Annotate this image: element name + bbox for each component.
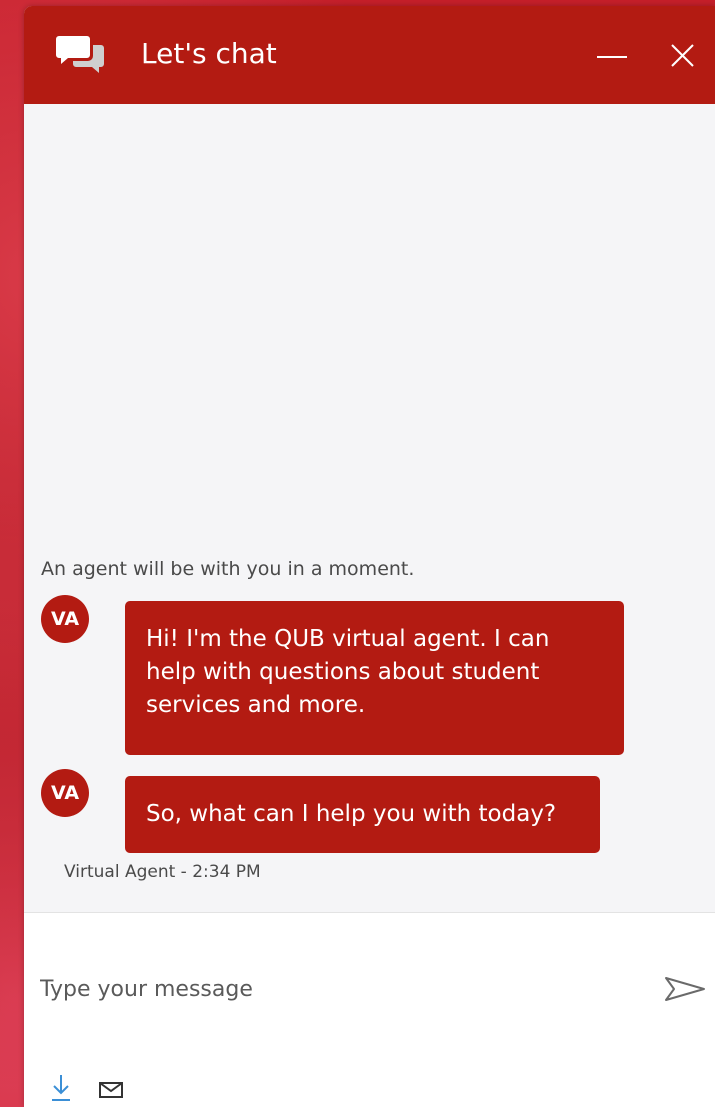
chat-title: Let's chat <box>141 37 277 70</box>
message-line: So, what can I help you with today? <box>146 801 557 827</box>
minimize-icon <box>597 56 627 58</box>
agent-message-bubble: Hi! I'm the QUB virtual agent. I can hel… <box>125 601 624 755</box>
chat-header: Let's chat <box>24 6 715 104</box>
email-icon <box>99 1082 123 1098</box>
message-input[interactable] <box>38 963 642 1015</box>
send-button[interactable] <box>662 971 708 1007</box>
close-button[interactable] <box>662 36 702 76</box>
agent-message-bubble: So, what can I help you with today? <box>125 776 600 853</box>
chat-bubbles-icon <box>56 36 104 73</box>
email-transcript-button[interactable] <box>98 1079 124 1101</box>
message-list: An agent will be with you in a moment. V… <box>24 104 715 912</box>
message-line: help with questions about student <box>146 659 540 685</box>
chat-widget: Let's chat An agent will be with you in … <box>24 6 715 1107</box>
agent-avatar: VA <box>41 769 89 817</box>
download-icon <box>52 1075 70 1101</box>
message-composer <box>24 912 715 1107</box>
close-icon <box>671 44 694 67</box>
download-transcript-button[interactable] <box>50 1073 72 1103</box>
system-note: An agent will be with you in a moment. <box>41 558 415 580</box>
message-timestamp: Virtual Agent - 2:34 PM <box>64 862 261 882</box>
message-line: services and more. <box>146 692 366 718</box>
agent-avatar: VA <box>41 595 89 643</box>
minimize-button[interactable] <box>592 36 632 76</box>
send-icon <box>665 977 705 1001</box>
message-line: Hi! I'm the QUB virtual agent. I can <box>146 626 550 652</box>
